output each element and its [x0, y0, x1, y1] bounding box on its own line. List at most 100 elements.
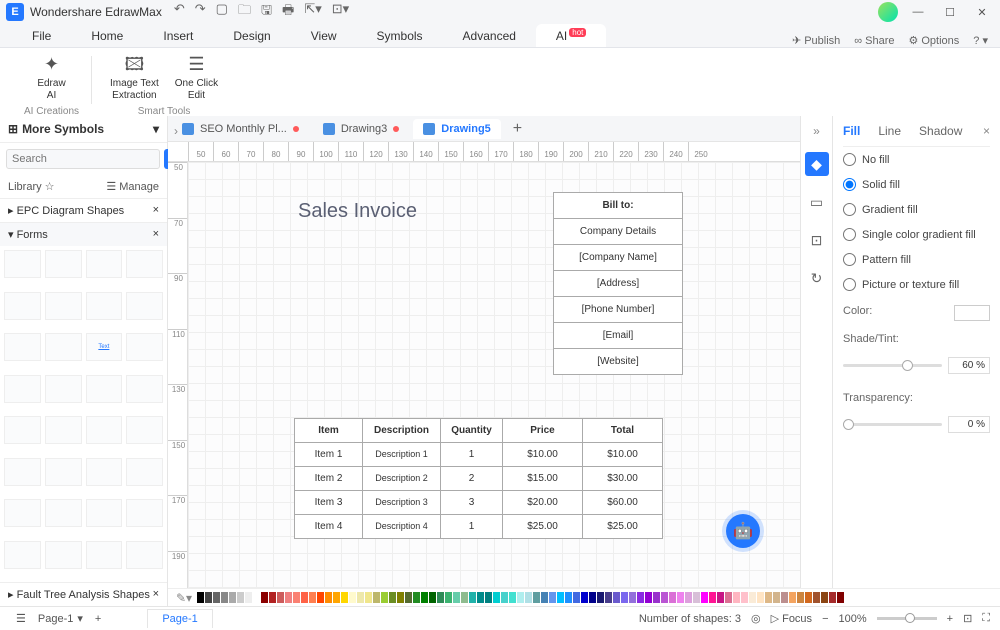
color-swatch[interactable]	[525, 592, 532, 603]
menu-view[interactable]: View	[291, 25, 357, 47]
form-thumb[interactable]	[45, 541, 82, 569]
library-label[interactable]: Library ☆	[8, 180, 55, 193]
color-swatch[interactable]	[717, 592, 724, 603]
fill-option[interactable]: Solid fill	[843, 172, 990, 197]
image-text-extraction-tool[interactable]: 🖾 Image Text Extraction	[104, 52, 165, 104]
color-swatch[interactable]	[805, 592, 812, 603]
form-thumb[interactable]	[86, 375, 123, 403]
redo-icon[interactable]: ↷	[195, 1, 206, 23]
form-thumb[interactable]	[4, 458, 41, 486]
color-swatch[interactable]	[269, 592, 276, 603]
color-swatch[interactable]	[349, 592, 356, 603]
close-button[interactable]: ✕	[970, 2, 994, 22]
fill-option[interactable]: Pattern fill	[843, 247, 990, 272]
form-thumb[interactable]	[126, 375, 163, 403]
table-cell[interactable]: $30.00	[583, 467, 663, 491]
color-swatch[interactable]	[669, 592, 676, 603]
invoice-title-text[interactable]: Sales Invoice	[298, 200, 417, 223]
color-swatch[interactable]	[741, 592, 748, 603]
color-swatch[interactable]	[197, 592, 204, 603]
table-header[interactable]: Total	[583, 419, 663, 443]
billto-cell[interactable]: [Company Name]	[554, 245, 682, 271]
color-swatch[interactable]	[397, 592, 404, 603]
form-thumb[interactable]	[4, 333, 41, 361]
close-panel-icon[interactable]: ×	[983, 124, 990, 138]
section-epc[interactable]: ▸ EPC Diagram Shapes ×	[0, 198, 167, 222]
menu-advanced[interactable]: Advanced	[443, 25, 536, 47]
color-swatch[interactable]	[485, 592, 492, 603]
color-swatch[interactable]	[797, 592, 804, 603]
print-icon[interactable]: 🖶	[282, 1, 294, 23]
table-cell[interactable]: $25.00	[503, 515, 583, 539]
close-icon[interactable]: ×	[153, 588, 159, 601]
color-swatch[interactable]	[365, 592, 372, 603]
color-swatch[interactable]	[693, 592, 700, 603]
color-swatch[interactable]	[493, 592, 500, 603]
color-swatch[interactable]	[613, 592, 620, 603]
fill-option[interactable]: No fill	[843, 147, 990, 172]
billto-cell[interactable]: Company Details	[554, 219, 682, 245]
undo-icon[interactable]: ↶	[174, 1, 185, 23]
share-button[interactable]: ∞Share	[854, 35, 894, 47]
color-swatch[interactable]	[621, 592, 628, 603]
items-table[interactable]: ItemDescriptionQuantityPriceTotalItem 1D…	[294, 418, 663, 539]
table-header[interactable]: Quantity	[441, 419, 503, 443]
color-swatch[interactable]	[293, 592, 300, 603]
form-thumb[interactable]	[126, 541, 163, 569]
table-cell[interactable]: Item 2	[295, 467, 363, 491]
table-cell[interactable]: $25.00	[583, 515, 663, 539]
color-swatch[interactable]	[333, 592, 340, 603]
table-header[interactable]: Description	[363, 419, 441, 443]
color-swatch[interactable]	[205, 592, 212, 603]
color-swatch[interactable]	[605, 592, 612, 603]
layout-tool-icon[interactable]: ⊡	[805, 228, 829, 252]
color-swatch[interactable]	[549, 592, 556, 603]
billto-box[interactable]: Bill to:Company Details[Company Name][Ad…	[553, 192, 683, 375]
color-swatch[interactable]	[285, 592, 292, 603]
menu-design[interactable]: Design	[213, 25, 290, 47]
color-swatch[interactable]	[661, 592, 668, 603]
color-swatch[interactable]	[301, 592, 308, 603]
color-swatch[interactable]	[381, 592, 388, 603]
color-swatch[interactable]	[261, 592, 268, 603]
color-swatch[interactable]	[389, 592, 396, 603]
zoom-slider[interactable]	[877, 617, 937, 620]
focus-button[interactable]: ▷ Focus	[771, 612, 812, 625]
color-swatch[interactable]	[413, 592, 420, 603]
billto-cell[interactable]: [Address]	[554, 271, 682, 297]
form-thumb[interactable]	[4, 416, 41, 444]
expand-panel-icon[interactable]: ›	[167, 122, 185, 140]
table-cell[interactable]: 1	[441, 515, 503, 539]
history-tool-icon[interactable]: ↻	[805, 266, 829, 290]
form-thumb[interactable]	[86, 292, 123, 320]
table-cell[interactable]: 1	[441, 443, 503, 467]
transparency-slider[interactable]	[843, 423, 942, 426]
symbol-search-input[interactable]	[6, 149, 160, 169]
table-row[interactable]: Item 4Description 41$25.00$25.00	[295, 515, 663, 539]
color-swatch[interactable]	[837, 592, 844, 603]
color-swatch[interactable]	[253, 592, 260, 603]
form-thumb[interactable]	[126, 333, 163, 361]
form-thumb[interactable]	[126, 292, 163, 320]
color-swatch[interactable]	[653, 592, 660, 603]
color-swatch[interactable]	[701, 592, 708, 603]
form-thumb[interactable]	[45, 375, 82, 403]
color-swatch[interactable]	[237, 592, 244, 603]
form-thumb[interactable]	[126, 250, 163, 278]
minimize-button[interactable]: —	[906, 2, 930, 22]
line-tab[interactable]: Line	[878, 124, 901, 138]
form-thumb[interactable]	[45, 250, 82, 278]
doc-tab[interactable]: Drawing5	[413, 119, 501, 139]
target-icon[interactable]: ◎	[751, 612, 761, 625]
color-swatch[interactable]	[509, 592, 516, 603]
shadow-tab[interactable]: Shadow	[919, 124, 962, 138]
maximize-button[interactable]: ☐	[938, 2, 962, 22]
form-thumb[interactable]	[45, 458, 82, 486]
form-thumb[interactable]	[126, 499, 163, 527]
form-thumb[interactable]	[4, 541, 41, 569]
color-swatch[interactable]	[325, 592, 332, 603]
table-cell[interactable]: Description 4	[363, 515, 441, 539]
color-swatch[interactable]	[765, 592, 772, 603]
shade-value[interactable]: 60 %	[948, 357, 990, 374]
form-thumb[interactable]	[4, 292, 41, 320]
